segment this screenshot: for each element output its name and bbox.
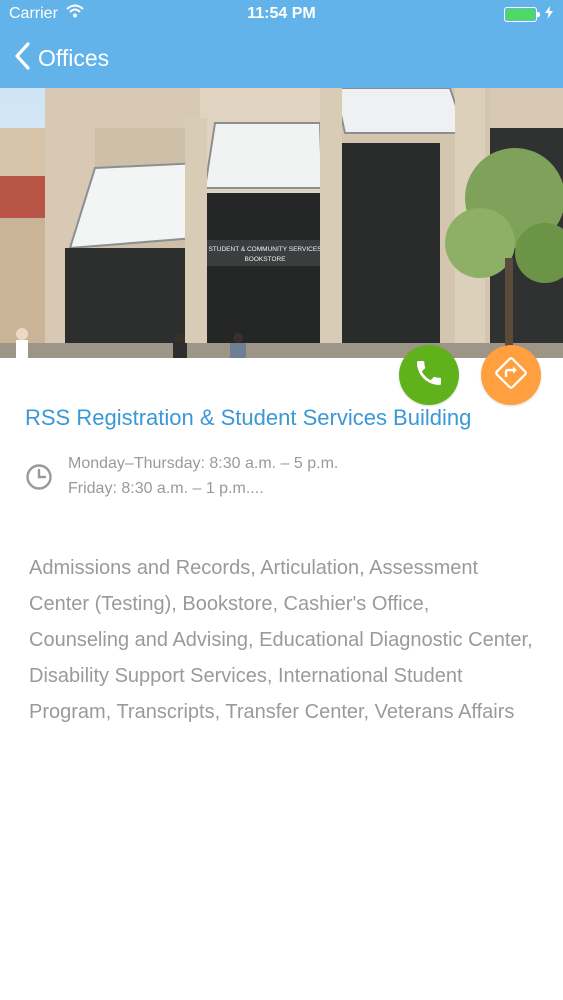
back-label: Offices: [38, 44, 110, 71]
status-bar: Carrier 11:54 PM: [0, 0, 563, 28]
nav-header: Carrier 11:54 PM Offices: [0, 0, 563, 88]
sign-text-line1: STUDENT & COMMUNITY SERVICES: [208, 246, 322, 253]
office-title: RSS Registration & Student Services Buil…: [25, 405, 472, 430]
chevron-left-icon: [14, 41, 30, 75]
call-button[interactable]: [399, 345, 459, 405]
directions-button[interactable]: [481, 345, 541, 405]
hours-weekdays: Monday–Thursday: 8:30 a.m. – 5 p.m.: [68, 455, 339, 472]
directions-icon: [492, 354, 530, 397]
back-button[interactable]: Offices: [14, 38, 109, 78]
clock-icon: [25, 463, 53, 496]
phone-icon: [413, 357, 445, 394]
battery-icon: [504, 7, 540, 22]
clock-time: 11:54 PM: [247, 5, 316, 22]
building-photo: STUDENT & COMMUNITY SERVICES BOOKSTORE: [0, 88, 563, 358]
charging-icon: [545, 6, 553, 24]
hours-friday: Friday: 8:30 a.m. – 1 p.m....: [68, 480, 264, 497]
office-description: Admissions and Records, Articulation, As…: [29, 557, 533, 723]
sign-text-line2: BOOKSTORE: [244, 256, 286, 263]
